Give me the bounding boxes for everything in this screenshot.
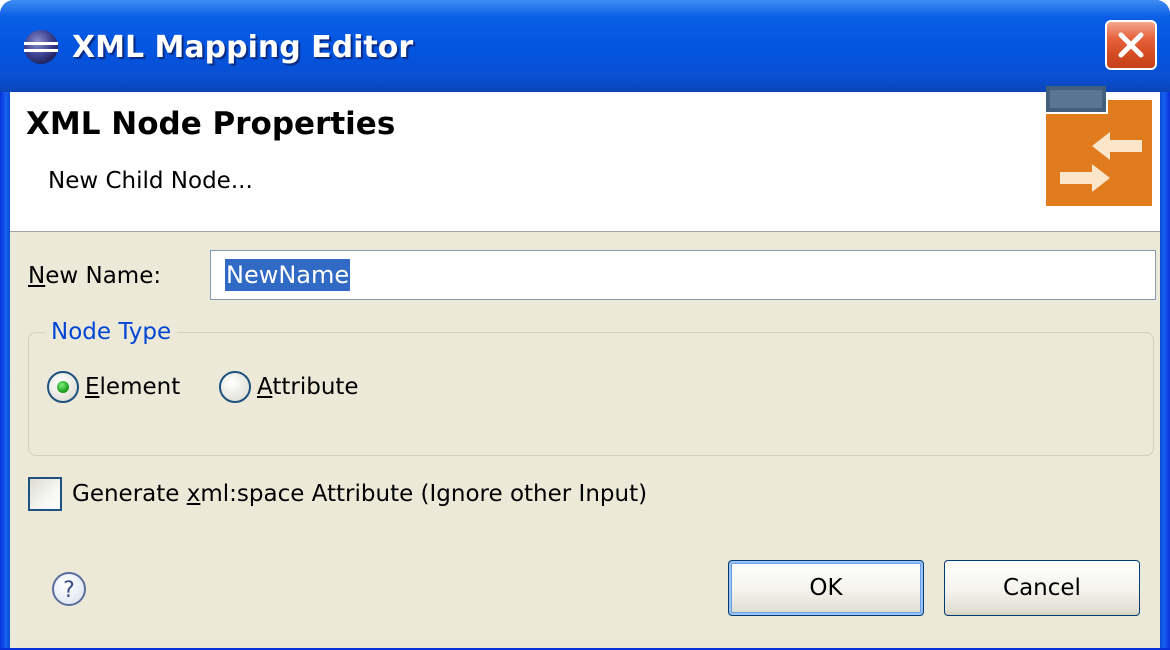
new-name-label: New Name: bbox=[28, 263, 162, 289]
close-button[interactable] bbox=[1105, 20, 1157, 70]
window-frame-right bbox=[1160, 92, 1170, 650]
close-icon bbox=[1118, 32, 1144, 58]
window-frame-left bbox=[0, 92, 10, 650]
xml-space-checkbox[interactable] bbox=[28, 477, 62, 511]
page-description: New Child Node... bbox=[48, 168, 253, 194]
xml-space-checkbox-row[interactable]: Generate xml:space Attribute (Ignore oth… bbox=[28, 476, 647, 512]
node-type-group: Node Type Element Attribute bbox=[28, 315, 1154, 456]
help-icon[interactable]: ? bbox=[50, 570, 88, 608]
radio-button-unselected[interactable] bbox=[219, 371, 251, 403]
new-name-value: NewName bbox=[225, 259, 351, 291]
ok-button[interactable]: OK bbox=[728, 560, 924, 616]
wizard-banner: XML Node Properties New Child Node... bbox=[10, 86, 1160, 232]
attribute-radio-label: Attribute bbox=[257, 374, 359, 400]
svg-text:?: ? bbox=[63, 578, 75, 603]
cancel-button[interactable]: Cancel bbox=[944, 560, 1140, 616]
radio-button-selected[interactable] bbox=[47, 371, 79, 403]
xml-space-checkbox-label: Generate xml:space Attribute (Ignore oth… bbox=[72, 481, 648, 507]
window-title: XML Mapping Editor bbox=[72, 30, 414, 65]
title-bar[interactable]: XML Mapping Editor bbox=[0, 0, 1170, 92]
new-name-input[interactable]: NewName bbox=[210, 250, 1156, 300]
node-type-legend: Node Type bbox=[45, 315, 178, 349]
page-title: XML Node Properties bbox=[26, 106, 396, 142]
element-radio[interactable]: Element bbox=[47, 369, 180, 405]
element-radio-label: Element bbox=[85, 374, 181, 400]
eclipse-icon bbox=[24, 30, 58, 64]
dialog-window: XML Mapping Editor XML Node Properties N… bbox=[0, 0, 1170, 650]
xml-mapping-wizard-icon bbox=[1046, 86, 1152, 206]
attribute-radio[interactable]: Attribute bbox=[219, 369, 359, 405]
dialog-body: XML Node Properties New Child Node... Ne… bbox=[10, 86, 1160, 648]
